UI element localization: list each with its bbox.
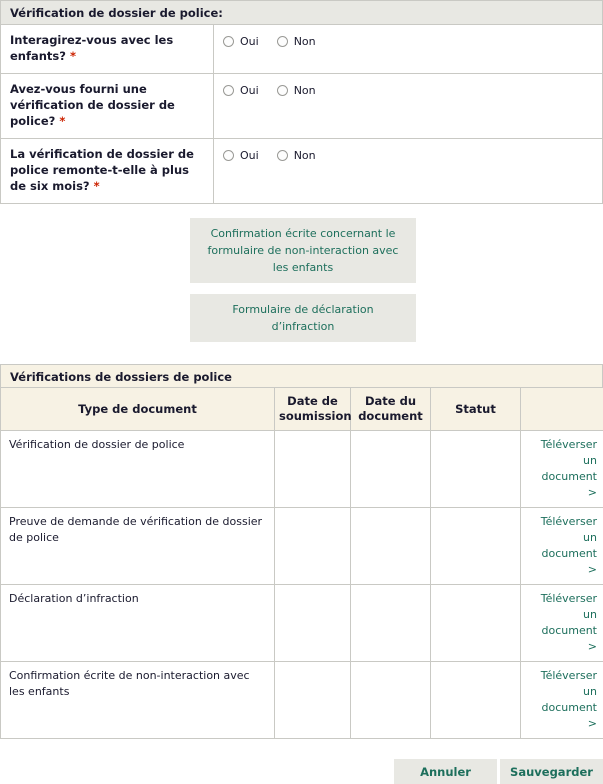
documents-section: Vérifications de dossiers de police Type… — [0, 364, 603, 739]
question-answers-cell: Oui Non — [214, 74, 603, 139]
upload-document-link[interactable]: Téléverser un document > — [529, 591, 597, 655]
upload-document-link[interactable]: Téléverser un document > — [529, 668, 597, 732]
required-asterisk: * — [70, 49, 76, 63]
question-label: Interagirez-vous avec les enfants? — [10, 33, 173, 63]
cell-date-submitted — [275, 431, 351, 508]
documents-table: Type de document Date de soumission Date… — [0, 388, 603, 739]
radio-circle-icon[interactable] — [223, 150, 234, 161]
table-row: Confirmation écrite de non-interaction a… — [1, 662, 603, 739]
radio-group-provided-police-check: Oui Non — [223, 84, 593, 97]
question-row: Avez-vous fourni une vérification de dos… — [1, 74, 603, 139]
form-links-container: Confirmation écrite concernant le formul… — [0, 204, 603, 342]
radio-option-label: Oui — [240, 84, 259, 97]
column-header-action — [521, 388, 603, 431]
column-header-date-submitted: Date de soumission — [275, 388, 351, 431]
required-asterisk: * — [94, 179, 100, 193]
radio-option-label: Non — [294, 35, 316, 48]
save-button[interactable]: Sauvegarder — [500, 759, 603, 784]
column-header-status: Statut — [431, 388, 521, 431]
police-check-section-title: Vérification de dossier de police: — [10, 6, 223, 20]
cell-date-document — [351, 585, 431, 662]
cell-action: Téléverser un document > — [521, 508, 603, 585]
radio-circle-icon[interactable] — [223, 85, 234, 96]
documents-section-title: Vérifications de dossiers de police — [10, 370, 232, 384]
radio-circle-icon[interactable] — [223, 36, 234, 47]
police-check-questions-table: Interagirez-vous avec les enfants? * Oui… — [0, 25, 603, 204]
cell-status — [431, 662, 521, 739]
cell-status — [431, 508, 521, 585]
police-check-section-header: Vérification de dossier de police: — [0, 0, 603, 25]
table-row: Déclaration d’infraction Téléverser un d… — [1, 585, 603, 662]
footer-actions: Annuler Sauvegarder — [0, 759, 603, 784]
cell-document-type: Preuve de demande de vérification de dos… — [1, 508, 275, 585]
cell-date-document — [351, 431, 431, 508]
radio-option-label: Non — [294, 149, 316, 162]
question-label-cell: Avez-vous fourni une vérification de dos… — [1, 74, 214, 139]
radio-circle-icon[interactable] — [277, 36, 288, 47]
radio-option-oui[interactable]: Oui — [223, 149, 259, 162]
question-label-cell: La vérification de dossier de police rem… — [1, 139, 214, 204]
cell-action: Téléverser un document > — [521, 585, 603, 662]
cell-document-type: Déclaration d’infraction — [1, 585, 275, 662]
required-asterisk: * — [59, 114, 65, 128]
cell-status — [431, 585, 521, 662]
radio-option-non[interactable]: Non — [277, 84, 316, 97]
cell-date-document — [351, 508, 431, 585]
question-label: Avez-vous fourni une vérification de dos… — [10, 82, 175, 128]
cell-date-submitted — [275, 508, 351, 585]
question-row: Interagirez-vous avec les enfants? * Oui… — [1, 25, 603, 74]
cell-action: Téléverser un document > — [521, 431, 603, 508]
question-row: La vérification de dossier de police rem… — [1, 139, 603, 204]
radio-option-non[interactable]: Non — [277, 35, 316, 48]
upload-document-link[interactable]: Téléverser un document > — [529, 437, 597, 501]
radio-group-interact-with-children: Oui Non — [223, 35, 593, 48]
table-row: Preuve de demande de vérification de dos… — [1, 508, 603, 585]
cell-document-type: Vérification de dossier de police — [1, 431, 275, 508]
documents-section-header: Vérifications de dossiers de police — [0, 364, 603, 388]
question-answers-cell: Oui Non — [214, 25, 603, 74]
question-answers-cell: Oui Non — [214, 139, 603, 204]
radio-option-non[interactable]: Non — [277, 149, 316, 162]
cancel-button[interactable]: Annuler — [394, 759, 497, 784]
question-label-cell: Interagirez-vous avec les enfants? * — [1, 25, 214, 74]
radio-option-oui[interactable]: Oui — [223, 84, 259, 97]
cell-document-type: Confirmation écrite de non-interaction a… — [1, 662, 275, 739]
radio-option-label: Non — [294, 84, 316, 97]
table-header-row: Type de document Date de soumission Date… — [1, 388, 603, 431]
cell-date-document — [351, 662, 431, 739]
radio-option-label: Oui — [240, 149, 259, 162]
radio-circle-icon[interactable] — [277, 150, 288, 161]
column-header-type: Type de document — [1, 388, 275, 431]
cell-action: Téléverser un document > — [521, 662, 603, 739]
question-label: La vérification de dossier de police rem… — [10, 147, 194, 193]
radio-option-label: Oui — [240, 35, 259, 48]
radio-option-oui[interactable]: Oui — [223, 35, 259, 48]
non-interaction-confirmation-form-button[interactable]: Confirmation écrite concernant le formul… — [190, 218, 416, 283]
cell-date-submitted — [275, 585, 351, 662]
table-row: Vérification de dossier de police Téléve… — [1, 431, 603, 508]
cell-date-submitted — [275, 662, 351, 739]
column-header-date-document: Date du document — [351, 388, 431, 431]
radio-group-older-than-six-months: Oui Non — [223, 149, 593, 162]
cell-status — [431, 431, 521, 508]
upload-document-link[interactable]: Téléverser un document > — [529, 514, 597, 578]
radio-circle-icon[interactable] — [277, 85, 288, 96]
offence-declaration-form-button[interactable]: Formulaire de déclaration d’infraction — [190, 294, 416, 342]
